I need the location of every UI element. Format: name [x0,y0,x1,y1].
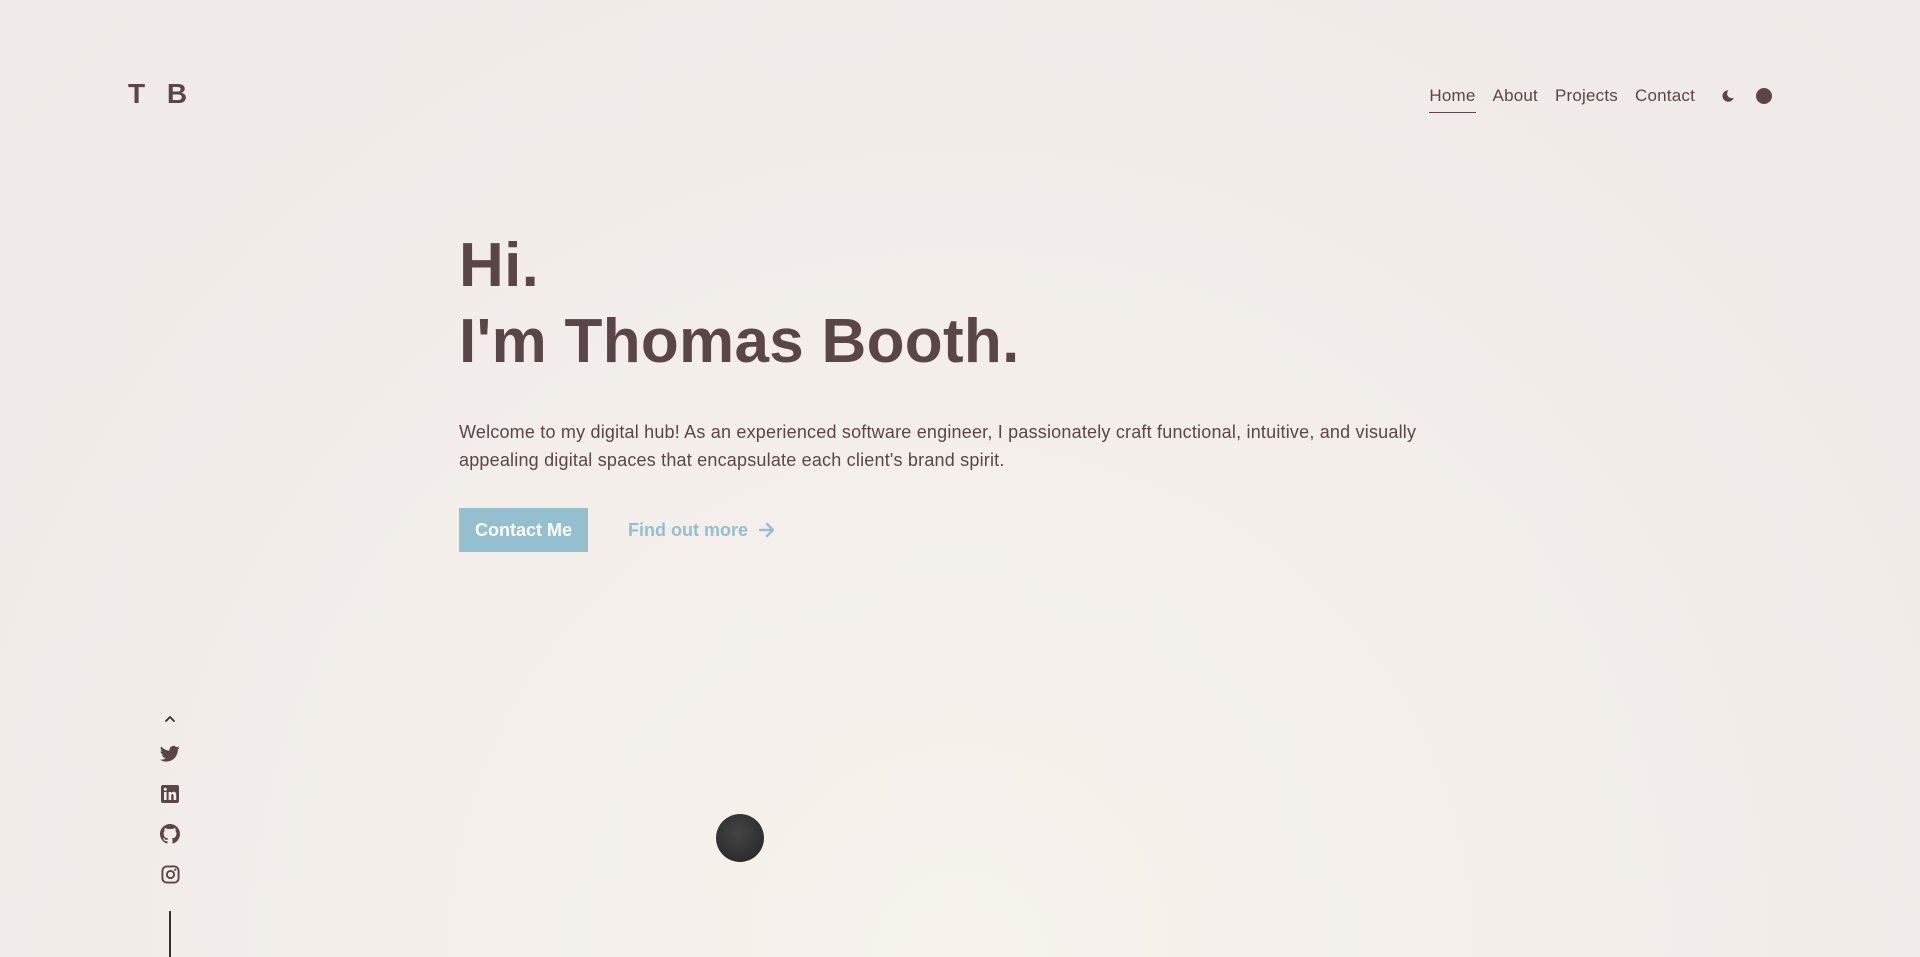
nav-about-link[interactable]: About [1493,86,1538,112]
hero-greeting: Hi. [459,231,540,300]
hero-section: Hi. I'm Thomas Booth. Welcome to my digi… [459,228,1459,552]
find-out-more-label: Find out more [628,519,749,540]
moon-icon[interactable] [1718,86,1738,106]
arrow-right-icon [758,522,775,538]
social-links [157,711,183,903]
site-logo[interactable]: T B [128,78,194,110]
top-navigation: Home About Projects Contact [1429,82,1772,113]
custom-cursor [716,814,764,862]
linkedin-icon[interactable] [159,783,181,805]
cta-row: Contact Me Find out more [459,508,1459,552]
nav-home-link[interactable]: Home [1429,86,1476,113]
color-picker-dot[interactable] [1756,88,1772,104]
nav-contact-link[interactable]: Contact [1635,86,1695,112]
hero-name: I'm Thomas Booth. [459,307,1020,376]
nav-projects-link[interactable]: Projects [1555,86,1618,112]
hero-intro: Welcome to my digital hub! As an experie… [459,422,1417,470]
chevron-up-icon[interactable] [159,711,181,727]
contact-me-button[interactable]: Contact Me [459,508,589,552]
github-icon[interactable] [159,823,181,845]
instagram-icon[interactable] [159,863,181,885]
twitter-icon[interactable] [159,743,181,765]
hero-heading: Hi. I'm Thomas Booth. [459,228,1459,380]
find-out-more-link[interactable]: Find out more [628,520,776,541]
social-divider-line [169,911,171,957]
